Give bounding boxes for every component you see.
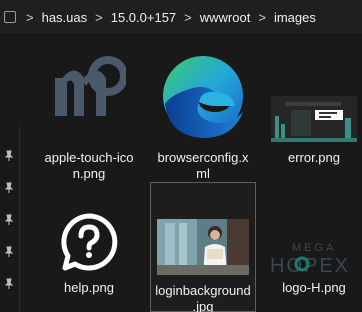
edge-browser-icon (163, 56, 243, 138)
logo-top-text: MEGA (292, 242, 336, 254)
file-item-error[interactable]: error.png (266, 48, 362, 182)
pin-icon[interactable] (3, 246, 15, 258)
file-name-line: help.png (64, 280, 114, 295)
help-question-icon (61, 213, 118, 271)
file-name-line: n.png (72, 166, 106, 181)
file-name-line: .jpg (192, 299, 214, 312)
chevron-right-icon[interactable]: > (252, 10, 272, 25)
file-item-help[interactable]: help.png (38, 210, 140, 312)
navigation-pane-edge (0, 126, 20, 312)
file-item-apple-touch-icon[interactable]: apple-touch-ico n.png (38, 48, 140, 182)
file-item-loginbackground[interactable]: loginbackground .jpg (150, 182, 256, 312)
file-name: error.png (266, 150, 362, 166)
file-item-logo-h[interactable]: MEGA HOPEX logo-H.png (266, 210, 362, 312)
chevron-right-icon: > (26, 9, 34, 25)
logo-bottom-text: HOPEX (270, 255, 350, 276)
breadcrumb: > has.uas > 15.0.0+157 > wwwroot > image… (0, 0, 362, 34)
chevron-right-icon[interactable]: > (89, 10, 109, 25)
file-name-line: error.png (287, 150, 341, 165)
breadcrumb-item-images[interactable]: images (272, 10, 318, 25)
m-logo-thumbnail-icon (55, 56, 126, 116)
folder-icon (4, 11, 16, 23)
file-name: help.png (38, 280, 140, 296)
file-name-line: ml (196, 166, 210, 181)
file-name: logo-H.png (266, 280, 362, 296)
breadcrumb-item-wwwroot[interactable]: wwwroot (198, 10, 253, 25)
file-item-browserconfig[interactable]: browserconfig.x ml (150, 48, 256, 182)
login-photo-thumbnail-icon (157, 219, 249, 275)
breadcrumb-item-has-uas[interactable]: has.uas (40, 10, 90, 25)
breadcrumb-item-version[interactable]: 15.0.0+157 (109, 10, 178, 25)
file-name: browserconfig.x ml (150, 150, 256, 182)
file-explorer-window: > has.uas > 15.0.0+157 > wwwroot > image… (0, 0, 362, 312)
file-name-line: browserconfig.x (157, 150, 249, 165)
file-name-line: apple-touch-ico (44, 150, 134, 165)
file-name-line: loginbackground (155, 283, 251, 298)
pin-icon[interactable] (3, 214, 15, 226)
file-name: apple-touch-ico n.png (38, 150, 140, 182)
pin-icon[interactable] (3, 150, 15, 162)
megahopex-logo-thumbnail-icon: MEGA HOPEX (270, 242, 350, 276)
pin-icon[interactable] (3, 278, 15, 290)
file-name-line: logo-H.png (282, 280, 346, 295)
chevron-right-icon[interactable]: > (178, 10, 198, 25)
pin-icon[interactable] (3, 182, 15, 194)
error-thumbnail-icon (271, 96, 357, 142)
file-name: loginbackground .jpg (151, 283, 255, 312)
